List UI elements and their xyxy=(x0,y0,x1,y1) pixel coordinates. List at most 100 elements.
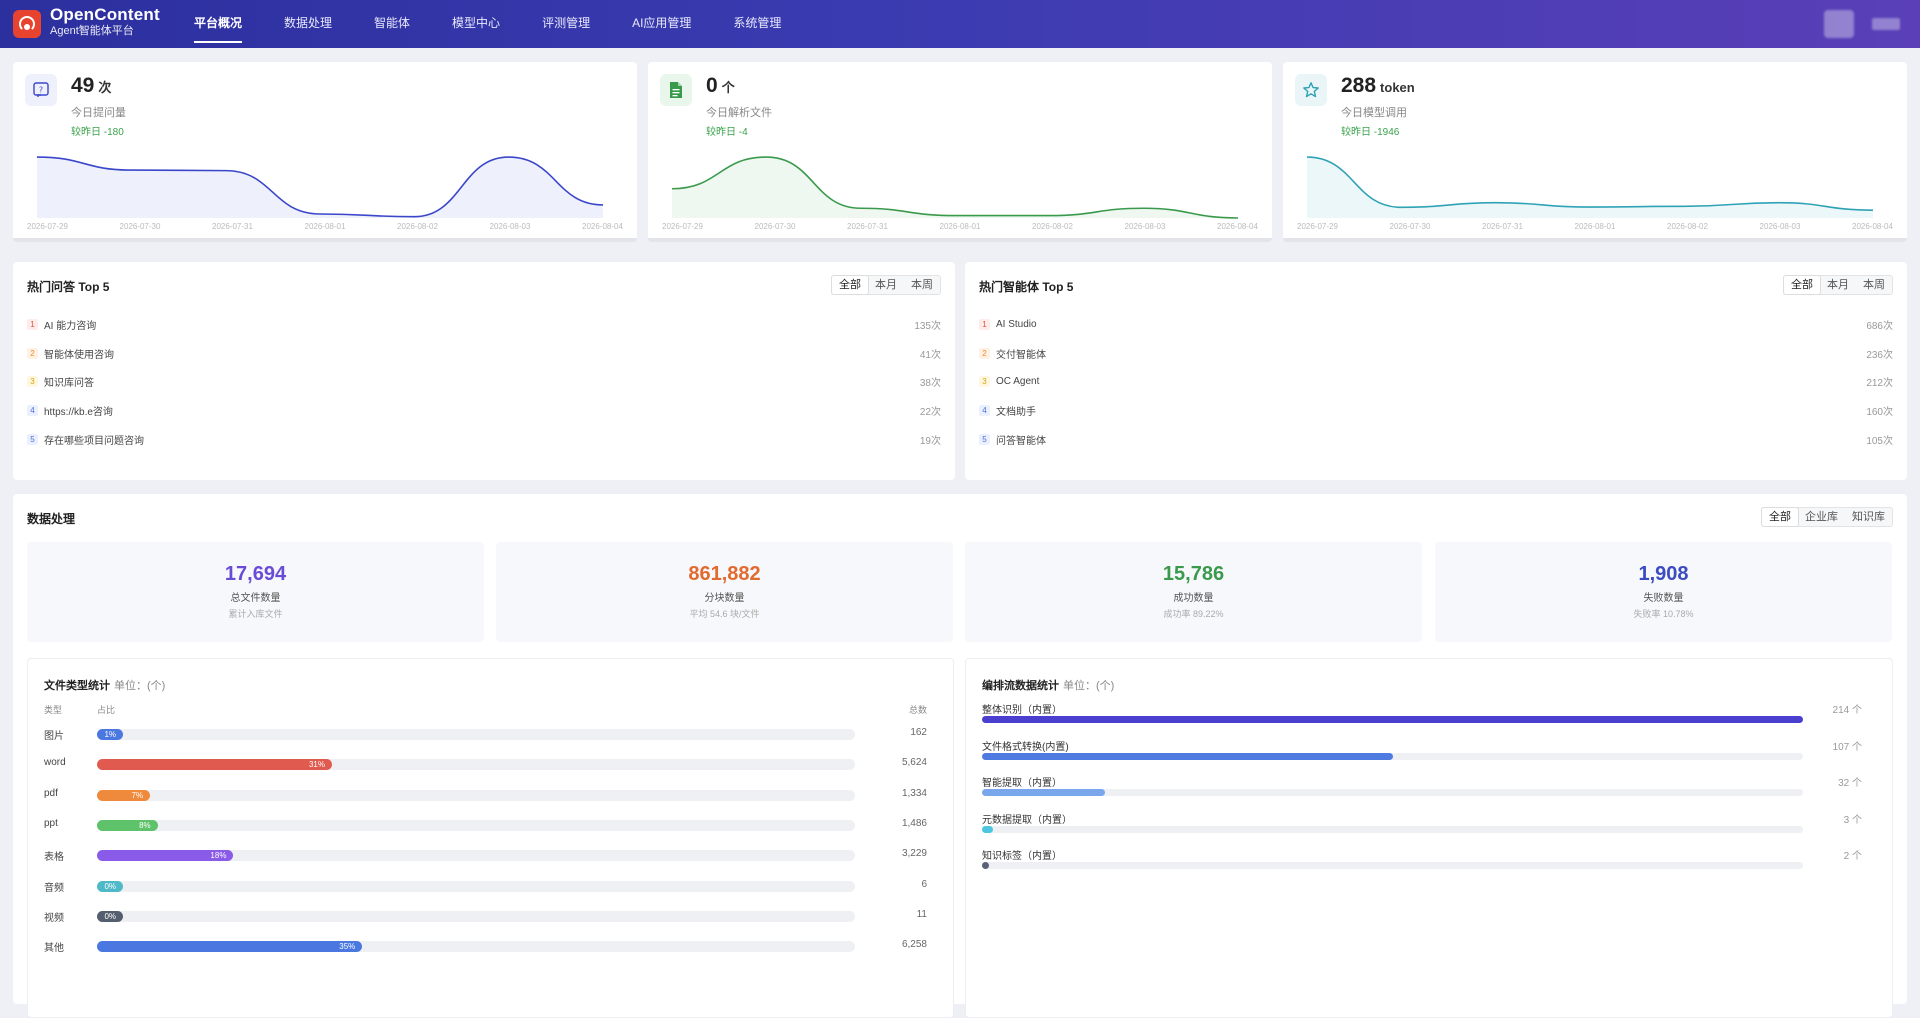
file-type-total: 1,486 xyxy=(901,817,927,829)
svg-text:?: ? xyxy=(39,86,43,95)
flow-fill xyxy=(982,789,1106,796)
header-type: 类型 xyxy=(44,705,63,715)
rank-row[interactable]: 4 文档助手 160次 xyxy=(979,396,1893,425)
x-axis: 2026-07-29 2026-07-30 2026-07-31 2026-08-01… xyxy=(662,222,1258,231)
x-tick-label: 2026-07-30 xyxy=(754,222,796,231)
tab-all[interactable]: 全部 xyxy=(1762,508,1798,526)
rank-list: 1 AI 能力咨询 135次 2 智能体使用咨询 41次 3 知识库问答 38次 4 https:/… xyxy=(27,310,941,453)
rank-number: 1 xyxy=(979,318,990,330)
ratio-track: 7% xyxy=(97,789,855,801)
tab-week[interactable]: 本周 xyxy=(1856,276,1892,294)
kpi-chunks: 861,882 分块数量 平均 54.6 块/文件 xyxy=(496,542,953,642)
nav-item-agents[interactable]: 智能体 xyxy=(360,0,424,48)
rank-name: 问答智能体 xyxy=(996,435,1046,447)
star-icon xyxy=(1295,74,1327,106)
flow-fill xyxy=(982,862,990,869)
tab-all[interactable]: 全部 xyxy=(1784,276,1820,294)
stat-value: 288 token xyxy=(1341,74,1415,97)
x-tick-label: 2026-07-29 xyxy=(1297,222,1338,231)
rank-row[interactable]: 2 智能体使用咨询 41次 xyxy=(27,339,941,368)
x-tick-label: 2026-08-03 xyxy=(1759,222,1801,231)
kpi-value: 17,694 xyxy=(224,563,287,585)
ratio-track: 31% xyxy=(97,759,855,771)
stat-label: 今日模型调用 xyxy=(1341,107,1407,119)
rank-count: 19次 xyxy=(919,435,941,447)
x-tick-label: 2026-08-02 xyxy=(1667,222,1708,231)
flow-name: 文件格式转换(内置) xyxy=(982,741,1069,753)
rank-row[interactable]: 3 知识库问答 38次 xyxy=(27,367,941,396)
nav-item-model-center[interactable]: 模型中心 xyxy=(438,0,514,48)
file-type-total: 5,624 xyxy=(901,757,927,769)
file-type-total: 3,229 xyxy=(901,848,927,860)
stat-card-questions: ? 49 次 今日提问量 较昨日 -180 2026-07-29 2026-07-3… xyxy=(13,62,637,242)
rank-number: 5 xyxy=(979,433,990,445)
tab-knowledge-base[interactable]: 知识库 xyxy=(1845,508,1892,526)
rank-row[interactable]: 2 交付智能体 236次 xyxy=(979,339,1893,368)
header-ratio: 占比 xyxy=(97,705,116,715)
flow-count: 214 个 xyxy=(1832,705,1862,716)
trend-area xyxy=(37,157,603,218)
flow-count: 32 个 xyxy=(1838,778,1862,789)
panel-title: 数据处理 xyxy=(27,512,76,526)
rank-row[interactable]: 1 AI 能力咨询 135次 xyxy=(27,310,941,339)
flow-count: 3 个 xyxy=(1843,814,1862,826)
ratio-fill: 31% xyxy=(97,759,332,771)
opencontent-logo-icon[interactable] xyxy=(13,10,41,38)
x-tick-label: 2026-08-04 xyxy=(1852,222,1893,231)
tab-month[interactable]: 本月 xyxy=(1820,276,1856,294)
kpi-value: 861,882 xyxy=(688,563,761,585)
rank-count: 38次 xyxy=(919,378,941,390)
rank-row[interactable]: 1 AI Studio 686次 xyxy=(979,310,1893,339)
trend-chart-files xyxy=(671,156,1239,219)
user-menu[interactable] xyxy=(1872,18,1900,30)
time-range-tabs: 全部 本月 本周 xyxy=(1783,275,1893,295)
nav-item-system[interactable]: 系统管理 xyxy=(719,0,795,48)
x-tick-label: 2026-08-04 xyxy=(1217,222,1258,231)
brand[interactable]: OpenContent Agent智能体平台 xyxy=(50,6,160,38)
kpi-label: 分块数量 xyxy=(704,593,745,604)
file-type-label: pdf xyxy=(44,787,58,799)
flow-name: 智能提取（内置） xyxy=(982,778,1062,789)
nav-item-overview[interactable]: 平台概况 xyxy=(180,0,256,48)
nav-item-data-processing[interactable]: 数据处理 xyxy=(270,0,346,48)
flow-fill xyxy=(982,825,994,833)
file-type-row: word 31% 5,624 xyxy=(44,757,937,771)
x-tick-label: 2026-08-03 xyxy=(1124,222,1166,231)
x-tick-label: 2026-08-01 xyxy=(304,222,346,231)
rank-count: 212次 xyxy=(1866,378,1893,390)
rank-row[interactable]: 5 问答智能体 105次 xyxy=(979,425,1893,454)
flow-stats: 编排流数据统计 单位：(个) 整体识别（内置） 214 个文件格式转换(内置) 107… xyxy=(965,658,1893,1018)
user-avatar[interactable] xyxy=(1824,10,1854,38)
rank-number: 3 xyxy=(27,376,38,388)
file-type-total: 1,334 xyxy=(901,787,927,799)
tab-enterprise-library[interactable]: 企业库 xyxy=(1798,508,1845,526)
tab-week[interactable]: 本周 xyxy=(904,276,940,294)
flow-name: 知识标签（内置） xyxy=(982,851,1062,862)
brand-title: OpenContent xyxy=(50,5,160,24)
ratio-fill: 35% xyxy=(97,941,363,953)
file-type-stats: 文件类型统计 单位：(个) 类型 占比 总数 图片 1% 162 word 31% 5,62… xyxy=(27,658,954,1018)
rank-number: 3 xyxy=(979,376,990,388)
rank-number: 2 xyxy=(979,347,990,359)
rank-row[interactable]: 4 https://kb.e咨询 22次 xyxy=(27,396,941,425)
hot-qa-panel: 热门问答 Top 5 全部 本月 本周 1 AI 能力咨询 135次 2 智能体使用咨询… xyxy=(13,262,955,480)
rank-count: 135次 xyxy=(914,320,941,332)
kpi-label: 总文件数量 xyxy=(230,593,281,604)
tab-month[interactable]: 本月 xyxy=(868,276,904,294)
flow-track xyxy=(982,825,1803,833)
top-navigation-bar: OpenContent Agent智能体平台 平台概况 数据处理 智能体 模型中… xyxy=(0,0,1920,48)
rank-row[interactable]: 3 OC Agent 212次 xyxy=(979,367,1893,396)
ratio-fill: 8% xyxy=(97,819,158,831)
rank-count: 686次 xyxy=(1866,320,1893,332)
file-type-total: 11 xyxy=(916,908,927,920)
nav-item-evaluation[interactable]: 评测管理 xyxy=(528,0,604,48)
stat-value: 49 次 xyxy=(71,74,112,97)
rank-number: 2 xyxy=(27,347,38,359)
nav-item-ai-apps[interactable]: AI应用管理 xyxy=(618,0,705,48)
ratio-track: 18% xyxy=(97,850,855,862)
tab-all[interactable]: 全部 xyxy=(832,276,868,294)
rank-row[interactable]: 5 存在哪些项目问题咨询 19次 xyxy=(27,425,941,454)
x-tick-label: 2026-08-03 xyxy=(489,222,531,231)
file-type-row: 表格 18% 3,229 xyxy=(44,848,937,863)
rank-name: 文档助手 xyxy=(996,406,1036,418)
